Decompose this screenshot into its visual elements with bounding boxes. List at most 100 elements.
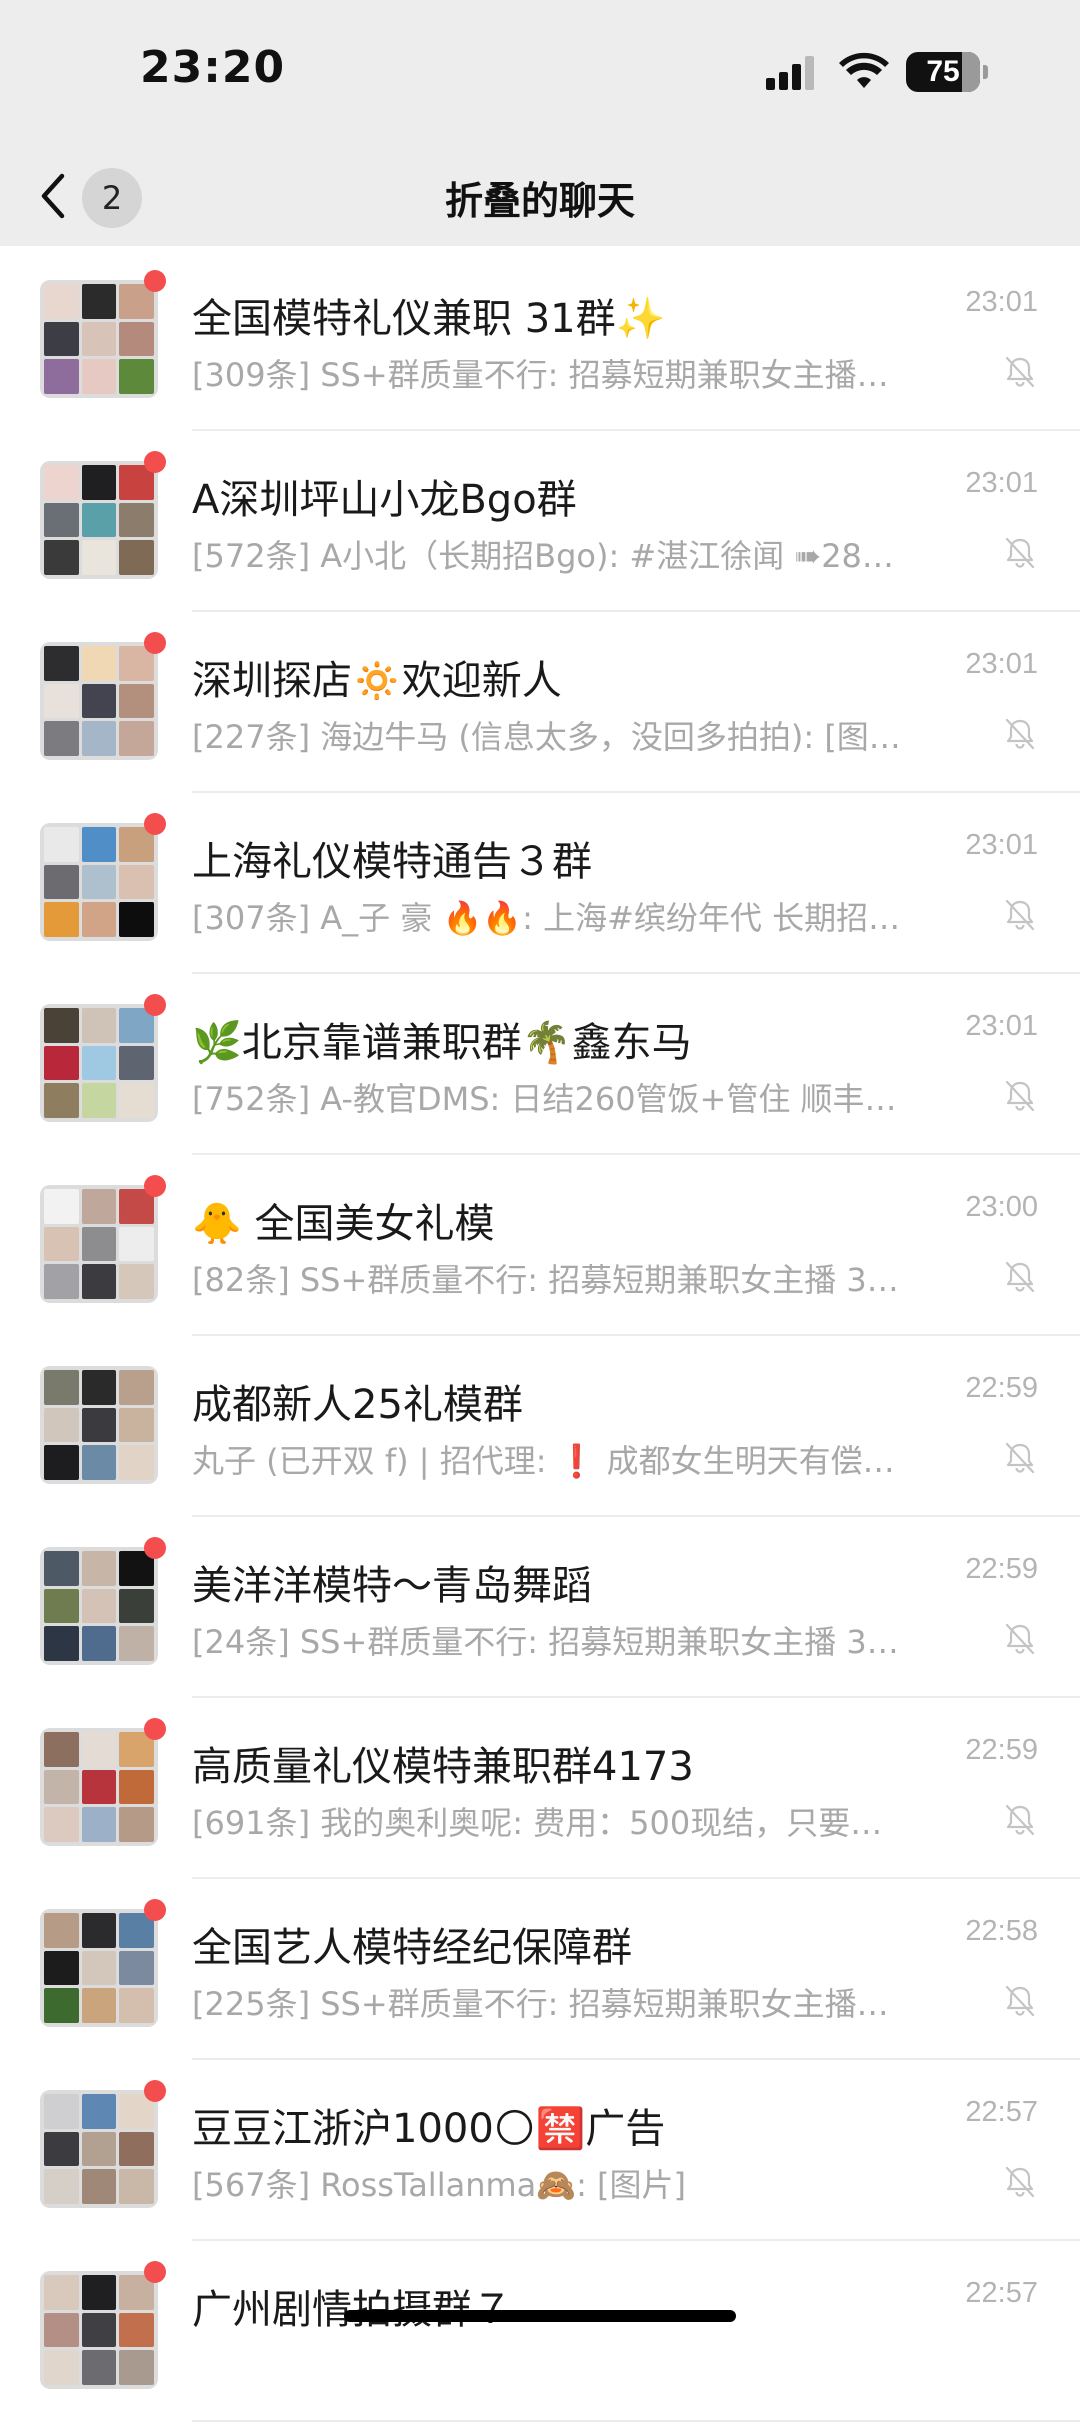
chat-name: 成都新人25礼模群 — [192, 1382, 523, 1428]
avatar-tile — [44, 1083, 79, 1118]
chat-time: 23:01 — [965, 467, 1038, 499]
chat-name: 🌿北京靠谱兼职群🌴鑫东马 — [192, 1020, 692, 1066]
chat-preview: [752条] A-教官DMS: 日结260管饭+管住 顺丰… — [192, 1080, 897, 1118]
unread-dot — [144, 451, 166, 473]
avatar-tile — [44, 1189, 79, 1224]
bell-muted-icon — [1002, 1802, 1038, 1838]
avatar-tile — [119, 1045, 154, 1081]
chat-time: 22:59 — [965, 1372, 1038, 1404]
bell-muted-icon — [1002, 1621, 1038, 1657]
avatar-tile — [81, 2312, 117, 2348]
avatar-tile — [119, 1226, 154, 1262]
chat-row[interactable]: 广州剧情拍摄群７ 22:57 — [0, 2241, 1080, 2422]
unread-dot — [144, 270, 166, 292]
chat-row[interactable]: 高质量礼仪模特兼职群4173 22:59 [691条] 我的奥利奥呢: 费用：500… — [0, 1698, 1080, 1879]
unread-dot — [144, 1899, 166, 1921]
avatar-tile — [44, 1407, 79, 1443]
chat-row[interactable]: 豆豆江浙沪1000🌕🈲广告 22:57 [567条] RossTallanma🙈: … — [0, 2060, 1080, 2241]
avatar-tile — [44, 359, 79, 394]
avatar-tile — [119, 2312, 154, 2348]
chat-name: 全国艺人模特经纪保障群 — [192, 1925, 632, 1971]
unread-dot — [144, 2261, 166, 2283]
avatar-tile — [119, 2169, 154, 2204]
chat-preview: [307条] A_子 豪 🔥🔥: 上海#缤纷年代 长期招… — [192, 899, 901, 937]
group-avatar — [40, 1004, 158, 1122]
bell-muted-icon — [1002, 1983, 1038, 2019]
battery-level: 75 — [926, 55, 960, 88]
chat-name: A深圳坪山小龙Bgo群 — [192, 477, 577, 523]
avatar-tile — [44, 1732, 79, 1767]
avatar-tile — [81, 284, 117, 319]
chat-row[interactable]: 美洋洋模特～青岛舞蹈 22:59 [24条] SS+群质量不行: 招募短期兼职女主播… — [0, 1517, 1080, 1698]
group-avatar — [40, 1909, 158, 2027]
chat-time: 22:59 — [965, 1734, 1038, 1766]
chat-time: 23:01 — [965, 286, 1038, 318]
avatar-tile — [81, 1226, 117, 1262]
chat-name: 全国模特礼仪兼职 31群✨ — [192, 296, 666, 342]
chat-row[interactable]: 深圳探店🔅欢迎新人 23:01 [227条] 海边牛马 (信息太多，没回多拍拍): … — [0, 612, 1080, 793]
avatar-tile — [81, 359, 117, 394]
top-area: 23:20 75 2 折叠的聊天 — [0, 0, 1080, 246]
chat-time: 23:01 — [965, 829, 1038, 861]
avatar-tile — [44, 284, 79, 319]
chat-preview: [82条] SS+群质量不行: 招募短期兼职女主播 3… — [192, 1261, 899, 1299]
avatar-tile — [44, 2312, 79, 2348]
avatar-tile — [119, 2350, 154, 2385]
chat-preview: [24条] SS+群质量不行: 招募短期兼职女主播 3… — [192, 1623, 899, 1661]
avatar-tile — [81, 864, 117, 900]
avatar-tile — [81, 1732, 117, 1767]
group-avatar — [40, 1547, 158, 1665]
avatar-tile — [119, 902, 154, 937]
group-avatar — [40, 2090, 158, 2208]
avatar-tile — [81, 2094, 117, 2129]
chat-row[interactable]: 🐥 全国美女礼模 23:00 [82条] SS+群质量不行: 招募短期兼职女主播 3… — [0, 1155, 1080, 1336]
avatar-tile — [81, 2350, 117, 2385]
chat-time: 23:01 — [965, 1010, 1038, 1042]
avatar-tile — [44, 465, 79, 500]
avatar-tile — [119, 1370, 154, 1405]
avatar-tile — [44, 2131, 79, 2167]
group-avatar — [40, 642, 158, 760]
avatar-tile — [81, 2275, 117, 2310]
chat-row[interactable]: 全国艺人模特经纪保障群 22:58 [225条] SS+群质量不行: 招募短期兼职女… — [0, 1879, 1080, 2060]
avatar-tile — [81, 465, 117, 500]
avatar-tile — [81, 2169, 117, 2204]
wifi-icon — [839, 52, 889, 88]
avatar-tile — [44, 1913, 79, 1948]
chat-preview: [572条] A小北（长期招Bgo): #湛江徐闻 ➠28… — [192, 537, 894, 575]
unread-dot — [144, 2080, 166, 2102]
avatar-tile — [44, 2275, 79, 2310]
avatar-tile — [44, 1045, 79, 1081]
avatar-tile — [119, 1950, 154, 1986]
status-bar: 23:20 75 — [0, 0, 1080, 150]
bell-muted-icon — [1002, 354, 1038, 390]
avatar-tile — [81, 1551, 117, 1586]
avatar-tile — [81, 721, 117, 756]
avatar-tile — [81, 1407, 117, 1443]
group-avatar — [40, 461, 158, 579]
avatar-tile — [44, 1008, 79, 1043]
chat-row[interactable]: 成都新人25礼模群 22:59 丸子 (已开双 f) | 招代理: ❗ 成都女生明天… — [0, 1336, 1080, 1517]
unread-dot — [144, 1175, 166, 1197]
avatar-tile — [44, 2169, 79, 2204]
avatar-tile — [119, 1988, 154, 2023]
avatar-tile — [81, 1370, 117, 1405]
avatar-tile — [119, 2131, 154, 2167]
chat-time: 22:58 — [965, 1915, 1038, 1947]
chat-row[interactable]: 全国模特礼仪兼职 31群✨ 23:01 [309条] SS+群质量不行: 招募短期兼… — [0, 250, 1080, 431]
avatar-tile — [44, 864, 79, 900]
avatar-tile — [119, 540, 154, 575]
avatar-tile — [119, 502, 154, 538]
avatar-tile — [81, 1626, 117, 1661]
chat-row[interactable]: A深圳坪山小龙Bgo群 23:01 [572条] A小北（长期招Bgo): #湛江徐… — [0, 431, 1080, 612]
avatar-tile — [119, 1769, 154, 1805]
unread-dot — [144, 1718, 166, 1740]
chat-name: 美洋洋模特～青岛舞蹈 — [192, 1563, 592, 1609]
bell-muted-icon — [1002, 535, 1038, 571]
avatar-tile — [119, 864, 154, 900]
avatar-tile — [81, 683, 117, 719]
chat-row[interactable]: 上海礼仪模特通告３群 23:01 [307条] A_子 豪 🔥🔥: 上海#缤纷年代 … — [0, 793, 1080, 974]
group-avatar — [40, 1366, 158, 1484]
chat-row[interactable]: 🌿北京靠谱兼职群🌴鑫东马 23:01 [752条] A-教官DMS: 日结260管饭… — [0, 974, 1080, 1155]
unread-dot — [144, 994, 166, 1016]
